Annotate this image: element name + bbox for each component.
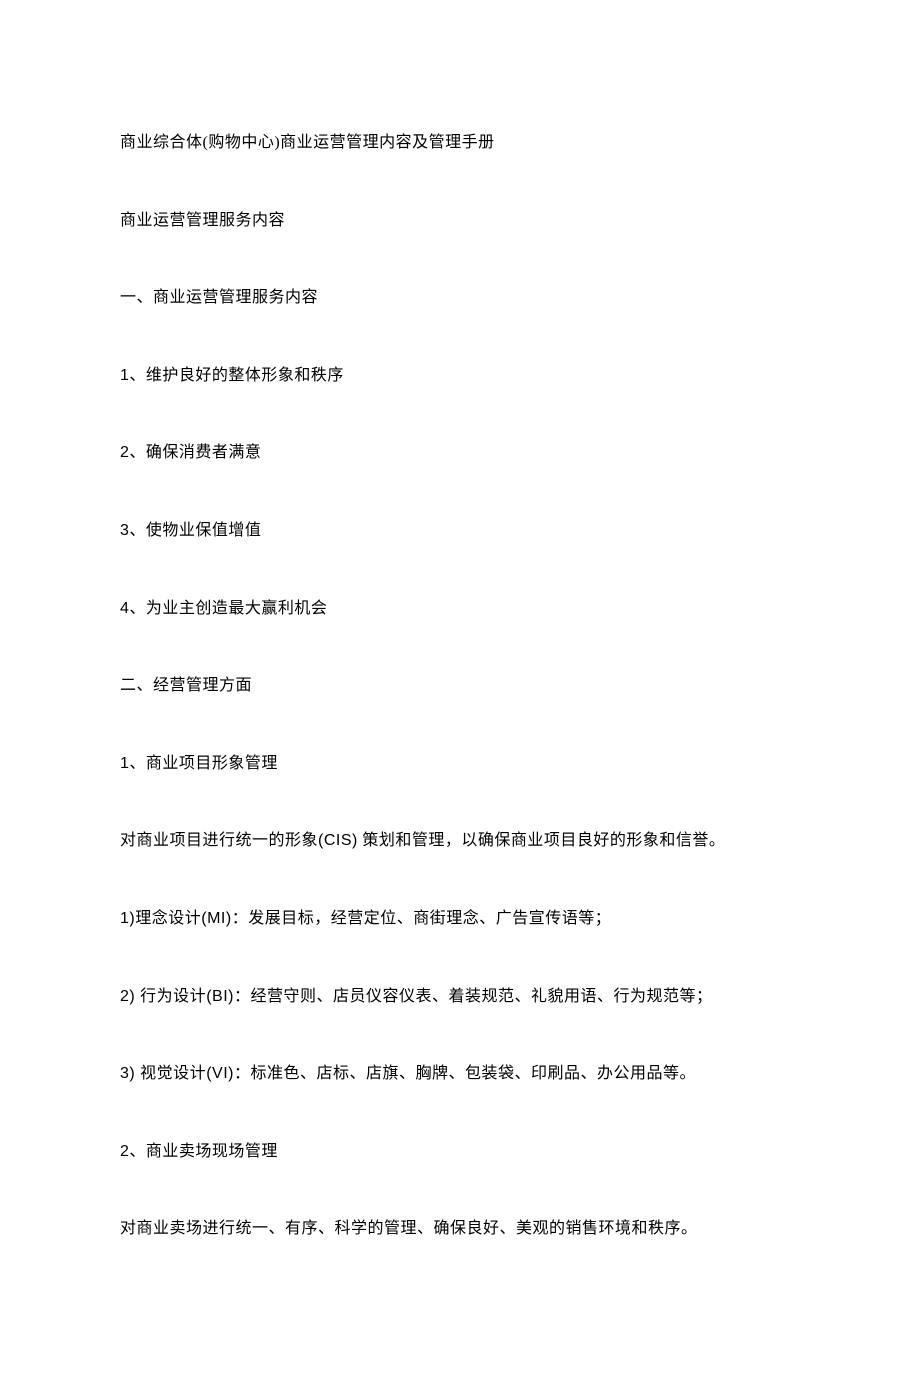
item-number: 2 bbox=[120, 444, 129, 461]
section2-sub1-desc: 对商业项目进行统一的形象(CIS) 策划和管理，以确保商业项目良好的形象和信誉。 bbox=[120, 828, 800, 854]
point-number: 1) bbox=[120, 910, 135, 927]
section1-item-3: 3、使物业保值增值 bbox=[120, 518, 800, 544]
item-text: 、商业卖场现场管理 bbox=[129, 1143, 278, 1160]
desc-code: (CIS) bbox=[318, 832, 358, 849]
point-code: (BI) bbox=[206, 988, 234, 1005]
section2-sub2-title: 2、商业卖场现场管理 bbox=[120, 1139, 800, 1165]
point-number: 3) bbox=[120, 1065, 140, 1082]
item-text: 、确保消费者满意 bbox=[129, 444, 261, 461]
section1-item-4: 4、为业主创造最大赢利机会 bbox=[120, 596, 800, 622]
section2-sub1-point-1: 1)理念设计(MI)：发展目标，经营定位、商街理念、广告宣传语等； bbox=[120, 906, 800, 932]
section1-item-2: 2、确保消费者满意 bbox=[120, 440, 800, 466]
point-label: 理念设计 bbox=[135, 910, 201, 927]
section2-sub1-title: 1、商业项目形象管理 bbox=[120, 751, 800, 777]
point-number: 2) bbox=[120, 988, 140, 1005]
section2-sub1-point-2: 2) 行为设计(BI)：经营守则、店员仪容仪表、着装规范、礼貌用语、行为规范等； bbox=[120, 984, 800, 1010]
item-number: 1 bbox=[120, 367, 129, 384]
section1-heading: 一、商业运营管理服务内容 bbox=[120, 285, 800, 311]
point-code: (MI) bbox=[201, 910, 231, 927]
item-number: 1 bbox=[120, 755, 129, 772]
item-text: 、使物业保值增值 bbox=[129, 522, 261, 539]
point-code: (VI) bbox=[206, 1065, 234, 1082]
point-label: 行为设计 bbox=[140, 988, 206, 1005]
point-text: ：发展目标，经营定位、商街理念、广告宣传语等； bbox=[232, 910, 612, 927]
doc-subtitle: 商业运营管理服务内容 bbox=[120, 208, 800, 234]
section1-item-1: 1、维护良好的整体形象和秩序 bbox=[120, 363, 800, 389]
item-number: 3 bbox=[120, 522, 129, 539]
item-number: 4 bbox=[120, 600, 129, 617]
desc-pre: 对商业项目进行统一的形象 bbox=[120, 832, 318, 849]
desc-post: 策划和管理，以确保商业项目良好的形象和信誉。 bbox=[358, 832, 726, 849]
point-text: ：标准色、店标、店旗、胸牌、包装袋、印刷品、办公用品等。 bbox=[234, 1065, 696, 1082]
item-text: 、为业主创造最大赢利机会 bbox=[129, 600, 327, 617]
doc-title: 商业综合体(购物中心)商业运营管理内容及管理手册 bbox=[120, 130, 800, 156]
item-text: 、商业项目形象管理 bbox=[129, 755, 278, 772]
item-text: 、维护良好的整体形象和秩序 bbox=[129, 367, 344, 384]
section2-sub1-point-3: 3) 视觉设计(VI)：标准色、店标、店旗、胸牌、包装袋、印刷品、办公用品等。 bbox=[120, 1061, 800, 1087]
point-text: ：经营守则、店员仪容仪表、着装规范、礼貌用语、行为规范等； bbox=[234, 988, 713, 1005]
point-label: 视觉设计 bbox=[140, 1065, 206, 1082]
item-number: 2 bbox=[120, 1143, 129, 1160]
section2-heading: 二、经营管理方面 bbox=[120, 673, 800, 699]
section2-sub2-desc: 对商业卖场进行统一、有序、科学的管理、确保良好、美观的销售环境和秩序。 bbox=[120, 1216, 800, 1242]
